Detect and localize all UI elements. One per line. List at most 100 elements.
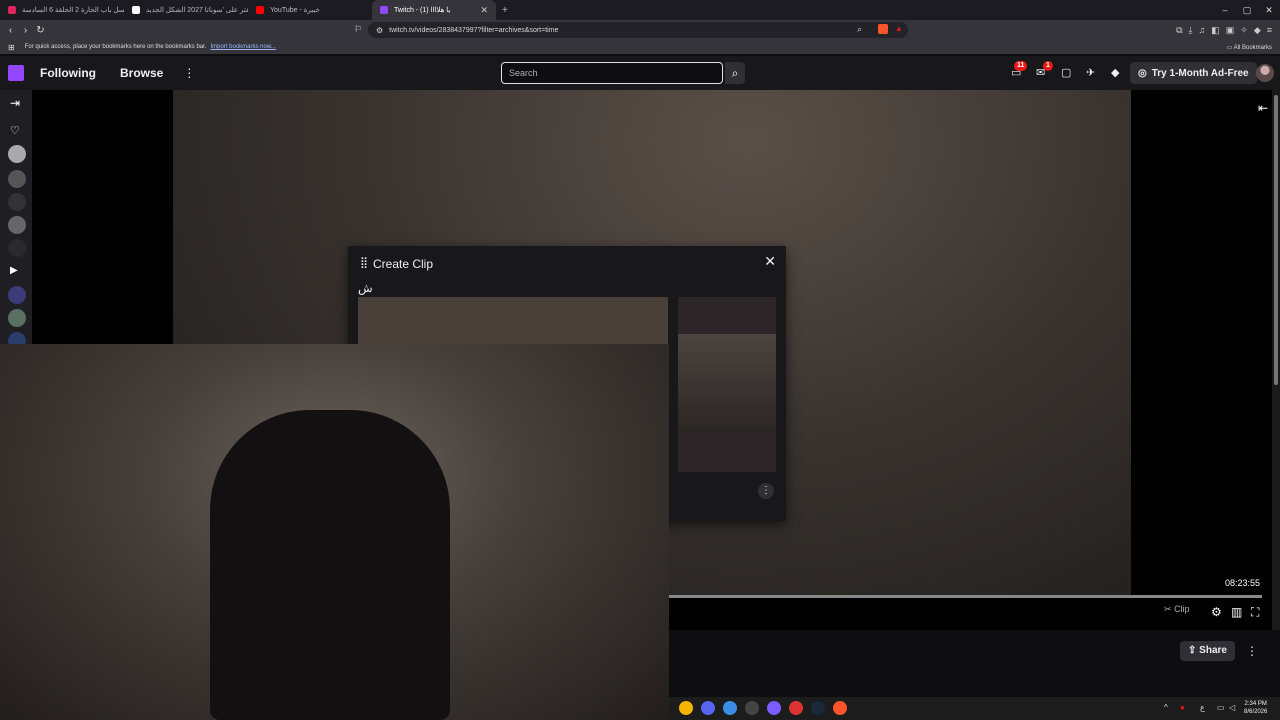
volume-icon[interactable]: ◁ <box>1229 703 1235 712</box>
network-icon[interactable]: ▭ <box>1217 703 1225 712</box>
url-text: twitch.tv/videos/2838437997?filter=archi… <box>389 26 559 34</box>
seek-bar[interactable] <box>669 595 1262 598</box>
more-options-icon[interactable]: ⋮ <box>1246 644 1258 658</box>
prime-loot-icon[interactable]: ✈ <box>1086 66 1095 79</box>
ad-free-button[interactable]: ◎ Try 1-Month Ad-Free <box>1130 62 1257 84</box>
discord-icon[interactable] <box>701 701 715 715</box>
tray-chevron-icon[interactable]: ^ <box>1164 703 1168 712</box>
recommended-channel-avatar[interactable] <box>8 309 26 327</box>
extension-icon[interactable]: ⧉ <box>1176 25 1182 36</box>
browser-tab-active[interactable]: Twitch - (1) يا هلاااا ✕ <box>372 0 496 20</box>
maximize-icon[interactable]: ▢ <box>1236 0 1258 20</box>
all-bookmarks-button[interactable]: ▭ All Bookmarks <box>1227 44 1272 51</box>
system-clock[interactable]: 2:34 PM 8/6/2026 <box>1244 700 1267 716</box>
close-tab-icon[interactable]: ✕ <box>480 5 488 16</box>
steam-icon[interactable] <box>811 701 825 715</box>
tab-favicon-icon <box>132 6 140 14</box>
clip-thumbnail <box>678 334 776 432</box>
drag-handle-icon[interactable]: ⣿ <box>360 256 368 269</box>
app-icon[interactable] <box>767 701 781 715</box>
wallet-icon[interactable]: ▣ <box>1226 25 1235 36</box>
more-options-icon[interactable]: ⋮ <box>758 483 774 499</box>
brave-icon[interactable] <box>833 701 847 715</box>
bits-icon[interactable]: ◆ <box>1111 66 1119 79</box>
avatar[interactable] <box>1256 64 1274 82</box>
clip-button[interactable]: ✂ Clip <box>1164 604 1190 615</box>
close-icon[interactable]: ✕ <box>764 253 776 270</box>
app-icon[interactable] <box>789 701 803 715</box>
followed-channel-avatar[interactable] <box>8 170 26 188</box>
share-button[interactable]: ⇪ Share <box>1180 641 1235 661</box>
theatre-mode-icon[interactable]: ▥ <box>1231 605 1242 619</box>
microphone-icon[interactable]: ● <box>1180 703 1185 712</box>
scrollbar-thumb[interactable] <box>1274 95 1278 385</box>
minimize-icon[interactable]: – <box>1214 0 1236 20</box>
zoom-icon[interactable]: ⌕ <box>857 24 862 35</box>
app-icon[interactable] <box>745 701 759 715</box>
import-bookmarks-link[interactable]: Import bookmarks now... <box>210 44 275 50</box>
vpn-icon[interactable]: ◆ <box>1254 25 1261 36</box>
brave-rewards-icon[interactable]: ▲ <box>895 24 903 33</box>
collapse-chat-icon[interactable]: ⇤ <box>1258 101 1268 115</box>
browser-tab-strip: مسلسل باب الحارة 2 الحلقة 6 السادسة اعتر… <box>0 0 1280 20</box>
reload-icon[interactable]: ↻ <box>33 25 48 36</box>
close-window-icon[interactable]: ✕ <box>1258 0 1280 20</box>
tab-favicon-icon <box>380 6 388 14</box>
forward-icon[interactable]: › <box>18 25 33 36</box>
bookmarks-hint: For quick access, place your bookmarks h… <box>24 44 207 50</box>
clip-title-text: ش <box>358 281 373 295</box>
back-icon[interactable]: ‹ <box>3 25 18 36</box>
followed-channel-avatar[interactable] <box>8 193 26 211</box>
extension-icons: ⧉ ⤓ ♫ ◧ ▣ ✧ ◆ ≡ <box>1176 22 1272 38</box>
site-info-icon[interactable]: ⚙ <box>376 26 383 35</box>
expand-sidebar-icon[interactable]: ⇥ <box>10 96 20 110</box>
brave-shield-icon[interactable] <box>878 24 888 34</box>
followed-channel-avatar[interactable] <box>8 216 26 234</box>
twitch-logo-icon[interactable] <box>8 65 24 81</box>
tab-title: YouTube - خبيرة <box>270 7 320 14</box>
address-bar[interactable]: ⚙ twitch.tv/videos/2838437997?filter=arc… <box>368 22 908 38</box>
settings-icon[interactable]: ⚙ <box>1211 605 1222 619</box>
nav-following[interactable]: Following <box>40 66 96 80</box>
video-timestamp: 08:23:55 <box>1225 578 1261 588</box>
tab-title: Twitch - (1) يا هلاااا <box>394 7 451 14</box>
media-icon[interactable]: ♫ <box>1198 25 1205 35</box>
notifications-badge: 11 <box>1014 61 1028 71</box>
download-icon[interactable]: ⤓ <box>1189 25 1193 36</box>
bookmark-icon[interactable]: ⚐ <box>354 24 362 35</box>
modal-title: Create Clip <box>373 257 434 271</box>
followed-channel-avatar[interactable] <box>8 239 26 257</box>
tab-title: اعتر على 'سوناتا 2027 الشكل الجديد' <box>146 7 248 14</box>
more-menu-icon[interactable]: ⋮ <box>183 66 195 80</box>
tab-favicon-icon <box>8 6 16 14</box>
tab-title: مسلسل باب الحارة 2 الحلقة 6 السادسة <box>22 7 124 14</box>
followed-channel-avatar[interactable] <box>8 145 26 163</box>
new-tab-icon[interactable]: + <box>496 5 514 16</box>
search-input[interactable]: Search <box>501 62 723 84</box>
webcam-person <box>210 410 450 720</box>
whispers-icon[interactable]: ▢ <box>1061 66 1071 79</box>
apps-icon[interactable]: ⊞ <box>8 43 15 52</box>
keyboard-language[interactable]: ع <box>1200 703 1205 712</box>
inbox-badge: 1 <box>1043 61 1053 71</box>
fullscreen-icon[interactable]: ⛶ <box>1251 605 1259 620</box>
clip-icon: ✂ <box>1164 604 1172 614</box>
menu-icon[interactable]: ≡ <box>1267 25 1272 35</box>
browser-tab[interactable]: اعتر على 'سوناتا 2027 الشكل الجديد' <box>124 0 248 20</box>
leo-icon[interactable]: ✧ <box>1240 25 1248 36</box>
chrome-icon[interactable] <box>679 701 693 715</box>
browser-tab[interactable]: YouTube - خبيرة <box>248 0 372 20</box>
app-icon[interactable] <box>723 701 737 715</box>
side-nav: ⇥ ♡ ▶ <box>0 90 32 350</box>
os-taskbar <box>669 697 1280 720</box>
search-icon[interactable]: ⌕ <box>725 62 745 84</box>
crown-icon: ◎ <box>1138 67 1147 79</box>
recommended-channel-avatar[interactable] <box>8 286 26 304</box>
bookmarks-bar: ⊞ For quick access, place your bookmarks… <box>0 40 1280 54</box>
browser-tab[interactable]: مسلسل باب الحارة 2 الحلقة 6 السادسة <box>0 0 124 20</box>
clip-preview <box>358 297 668 347</box>
sidebar-toggle-icon[interactable]: ◧ <box>1211 25 1220 36</box>
nav-browse[interactable]: Browse <box>120 66 163 80</box>
followed-heart-icon: ♡ <box>10 125 20 137</box>
window-controls: – ▢ ✕ <box>1214 0 1280 20</box>
